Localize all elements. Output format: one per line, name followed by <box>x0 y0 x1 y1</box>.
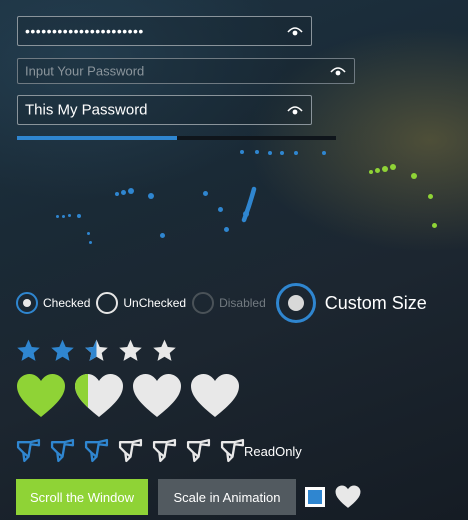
loading-dot <box>62 215 65 218</box>
password-value: •••••••••••••••••••••• <box>25 23 144 39</box>
radio-checked[interactable] <box>16 292 38 314</box>
radio-unchecked[interactable] <box>96 292 119 314</box>
readonly-label: ReadOnly <box>244 444 302 459</box>
password-strength-fill <box>17 136 177 140</box>
star-empty-icon[interactable] <box>118 338 143 363</box>
radio-disabled <box>192 292 215 314</box>
loading-dot <box>160 233 165 238</box>
star-icon[interactable] <box>50 338 75 363</box>
eye-icon[interactable] <box>330 65 346 77</box>
password-field-visible[interactable]: This My Password <box>17 95 312 125</box>
loading-dot <box>148 193 154 199</box>
brush-icon <box>118 438 143 463</box>
radio-custom-size[interactable] <box>275 283 316 323</box>
loading-dot <box>89 241 92 244</box>
loading-dot <box>56 215 59 218</box>
spinner-arc <box>241 186 257 223</box>
loading-dot <box>255 150 259 154</box>
loading-dot <box>203 191 208 196</box>
square-toggle-fill <box>308 490 322 504</box>
loading-dot <box>68 214 71 217</box>
brush-icon <box>220 438 245 463</box>
password-visible-value: This My Password <box>25 101 148 119</box>
loading-dot-green <box>411 173 417 179</box>
loading-dot-green <box>432 223 437 228</box>
heart-toggle-icon[interactable] <box>335 485 361 509</box>
loading-dot <box>240 150 244 154</box>
brush-icon <box>84 438 109 463</box>
heart-icon[interactable] <box>16 373 66 419</box>
loading-dot <box>77 214 81 218</box>
star-empty-icon[interactable] <box>152 338 177 363</box>
brush-icon <box>152 438 177 463</box>
eye-icon[interactable] <box>287 104 303 116</box>
loading-dot <box>128 188 134 194</box>
loading-dot <box>268 151 272 155</box>
brush-icon <box>186 438 211 463</box>
loading-dot-green <box>428 194 433 199</box>
scale-animation-button[interactable]: Scale in Animation <box>158 479 296 515</box>
heart-empty-icon[interactable] <box>132 373 182 419</box>
loading-dot <box>322 151 326 155</box>
star-half-icon[interactable] <box>84 338 109 363</box>
star-icon[interactable] <box>16 338 41 363</box>
password-placeholder: Input Your Password <box>25 63 145 79</box>
loading-dot <box>121 190 126 195</box>
loading-dot <box>115 192 119 196</box>
scroll-window-button[interactable]: Scroll the Window <box>16 479 148 515</box>
password-field-masked[interactable]: •••••••••••••••••••••• <box>17 16 312 46</box>
loading-dot <box>294 151 298 155</box>
brush-icon <box>50 438 75 463</box>
loading-dot <box>280 151 284 155</box>
square-toggle[interactable] <box>305 487 325 507</box>
loading-dot <box>87 232 90 235</box>
loading-dot-green <box>382 166 388 172</box>
loading-dot <box>224 227 229 232</box>
radio-checked-label: Checked <box>43 296 91 310</box>
radio-custom-size-label: Custom Size <box>324 292 427 313</box>
brush-icon <box>16 438 41 463</box>
eye-icon[interactable] <box>287 25 303 37</box>
heart-empty-icon[interactable] <box>190 373 240 419</box>
radio-group: Checked UnChecked Disabled Custom Size <box>16 283 433 323</box>
radio-disabled-label: Disabled <box>219 296 266 310</box>
loading-dot-green <box>369 170 373 174</box>
loading-dot-green <box>390 164 396 170</box>
loading-dot <box>218 207 223 212</box>
loading-dot-green <box>375 168 380 173</box>
radio-unchecked-label: UnChecked <box>123 296 187 310</box>
password-strength-bar <box>17 136 336 140</box>
heart-half-icon[interactable] <box>74 373 124 419</box>
password-input-empty[interactable]: Input Your Password <box>17 58 355 84</box>
